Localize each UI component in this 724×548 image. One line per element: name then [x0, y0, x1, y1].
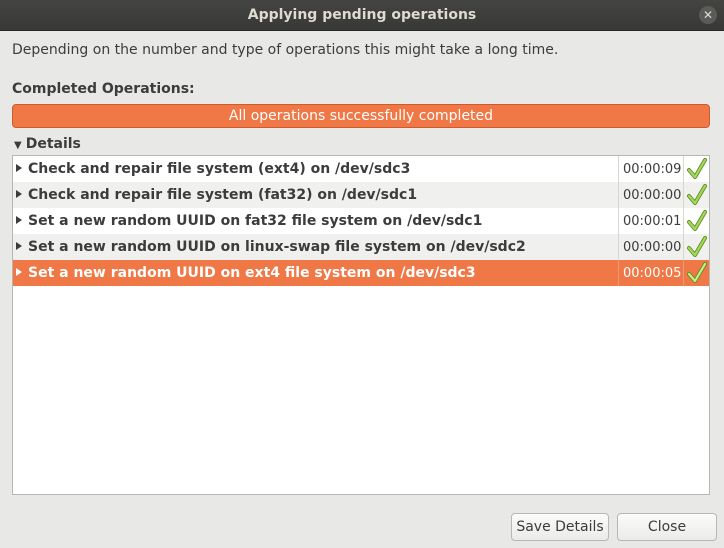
expander-arrow-icon[interactable]: [16, 242, 22, 250]
check-icon: [687, 184, 707, 205]
expander-arrow-icon[interactable]: [16, 268, 22, 276]
operation-label: Set a new random UUID on linux-swap file…: [28, 239, 526, 255]
column-divider: [618, 182, 619, 208]
operations-list[interactable]: Check and repair file system (ext4) on /…: [12, 155, 710, 495]
operation-time: 00:00:05: [623, 266, 682, 281]
operation-label: Set a new random UUID on ext4 file syste…: [28, 265, 476, 281]
column-divider: [618, 208, 619, 234]
details-expander[interactable]: ▼ Details: [14, 136, 81, 152]
operation-label: Check and repair file system (fat32) on …: [28, 187, 418, 203]
progress-bar: All operations successfully completed: [12, 104, 710, 128]
operation-row[interactable]: Set a new random UUID on fat32 file syst…: [13, 208, 709, 234]
description-text: Depending on the number and type of oper…: [12, 42, 559, 58]
window-titlebar: Applying pending operations ✕: [0, 0, 724, 31]
operation-row[interactable]: Check and repair file system (ext4) on /…: [13, 156, 709, 182]
check-icon: [687, 262, 707, 283]
column-divider: [683, 260, 684, 286]
operation-time: 00:00:00: [623, 240, 682, 255]
check-icon: [687, 236, 707, 257]
operation-time: 00:00:01: [623, 214, 682, 229]
column-divider: [683, 208, 684, 234]
column-divider: [683, 156, 684, 182]
column-divider: [618, 260, 619, 286]
window-title: Applying pending operations: [247, 7, 477, 23]
operation-row[interactable]: Check and repair file system (fat32) on …: [13, 182, 709, 208]
column-divider: [683, 182, 684, 208]
check-icon: [687, 210, 707, 231]
operation-row-selected[interactable]: Set a new random UUID on ext4 file syste…: [13, 260, 709, 286]
expander-arrow-icon[interactable]: [16, 190, 22, 198]
column-divider: [683, 234, 684, 260]
close-icon[interactable]: ✕: [699, 6, 717, 24]
completed-operations-label: Completed Operations:: [12, 81, 195, 97]
operation-label: Set a new random UUID on fat32 file syst…: [28, 213, 483, 229]
column-divider: [618, 234, 619, 260]
progress-text: All operations successfully completed: [228, 108, 494, 124]
operation-time: 00:00:09: [623, 162, 682, 177]
operation-label: Check and repair file system (ext4) on /…: [28, 161, 411, 177]
details-label: Details: [25, 136, 81, 152]
triangle-down-icon: ▼: [14, 140, 22, 151]
operation-row[interactable]: Set a new random UUID on linux-swap file…: [13, 234, 709, 260]
expander-arrow-icon[interactable]: [16, 216, 22, 224]
column-divider: [618, 156, 619, 182]
expander-arrow-icon[interactable]: [16, 164, 22, 172]
save-details-button[interactable]: Save Details: [511, 513, 609, 541]
operation-time: 00:00:00: [623, 188, 682, 203]
close-button[interactable]: Close: [617, 513, 717, 541]
check-icon: [687, 158, 707, 179]
